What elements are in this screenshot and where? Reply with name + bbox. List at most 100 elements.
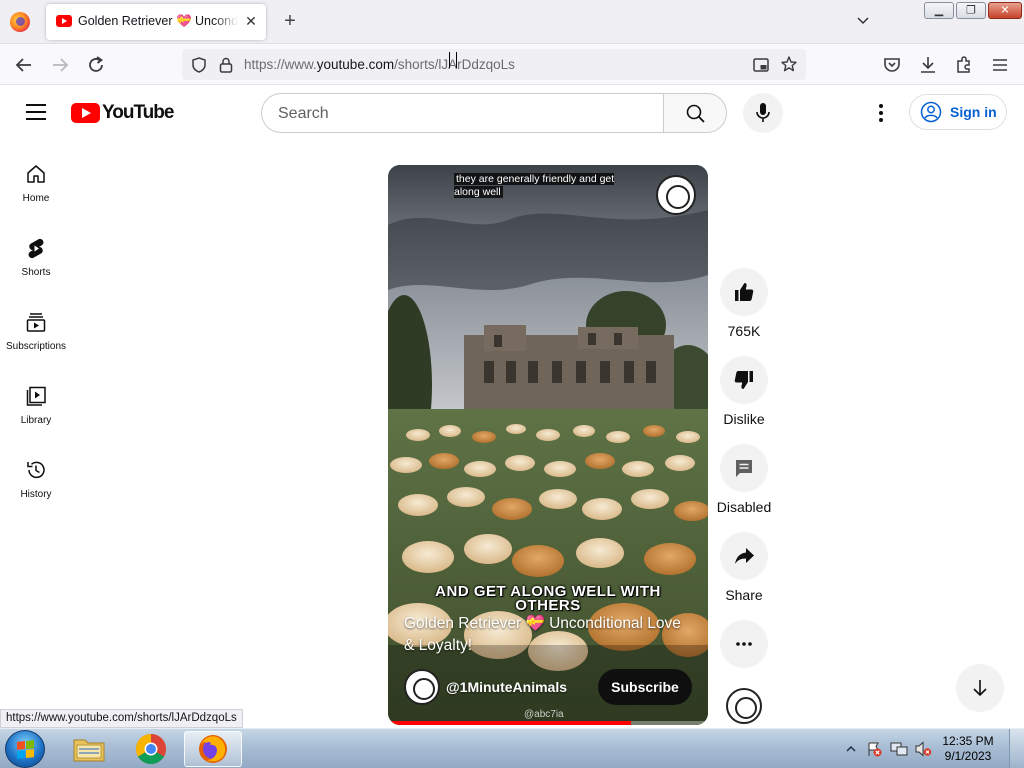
sign-in-button[interactable]: Sign in [909,94,1007,130]
tracking-protection-shield-icon[interactable] [190,56,208,74]
lock-icon[interactable] [218,56,234,74]
guide-item-history[interactable]: History [0,437,72,511]
extensions-icon[interactable] [953,54,975,76]
search-placeholder: Search [278,105,329,122]
settings-more-button[interactable] [870,101,892,125]
search-icon [686,104,705,123]
network-icon[interactable] [890,741,908,757]
youtube-header: YouTube Search Sign in [0,85,1024,141]
reload-icon[interactable] [85,54,107,76]
action-center-flag-icon[interactable] [866,741,882,757]
channel-avatar[interactable] [404,669,440,705]
search-input[interactable]: Search [261,93,664,133]
firefox-icon [199,735,227,763]
guide-item-library[interactable]: Library [0,363,72,437]
close-window-button[interactable]: ✕ [988,2,1022,19]
guide-menu-button[interactable] [26,104,46,120]
taskbar-clock[interactable]: 12:35 PM 9/1/2023 [936,734,1000,764]
more-actions-button[interactable] [720,620,768,668]
new-tab-button[interactable]: + [280,11,300,31]
guide-label: Home [22,193,50,204]
back-arrow-icon[interactable] [13,54,35,76]
guide-label: Shorts [21,267,51,278]
restore-button[interactable]: ❐ [956,2,986,19]
url-text[interactable]: https://www.youtube.com/shorts/lJArDdzqo… [244,57,515,72]
chrome-icon [135,734,167,765]
short-title[interactable]: Golden Retriever 💝 Unconditional Love & … [404,613,694,657]
window-controls: ▁ ❐ ✕ [924,2,1022,20]
voice-search-button[interactable] [743,93,783,133]
volume-muted-icon[interactable] [914,741,932,757]
share-icon [735,548,754,564]
guide-item-shorts[interactable]: Shorts [0,215,72,289]
shorts-icon [28,238,44,259]
thumbs-up-icon [735,283,754,301]
like-count: 765K [727,323,761,339]
browser-tab-active[interactable]: Golden Retriever 💝 Unconditional Love & … [46,4,266,40]
share-button[interactable] [720,532,768,580]
dislike-label: Dislike [723,411,765,427]
guide-item-subscriptions[interactable]: Subscriptions [0,289,72,363]
bookmark-star-icon[interactable] [780,55,798,73]
shorts-video-player[interactable]: they are generally friendly and get alon… [388,165,708,725]
start-button[interactable] [5,730,45,768]
list-all-tabs-icon[interactable] [856,14,870,28]
youtube-logo-icon [71,103,100,123]
progress-bar[interactable] [388,721,708,725]
youtube-favicon-icon [56,15,72,27]
taskbar-file-explorer[interactable] [60,731,118,767]
windows-logo-icon [17,740,34,759]
subscriptions-icon [26,313,46,332]
minimize-button[interactable]: ▁ [924,2,954,19]
guide-label: History [20,489,52,500]
screen: Golden Retriever 💝 Unconditional Love & … [0,0,1024,768]
clock-date: 9/1/2023 [944,749,992,763]
history-icon [27,461,45,479]
comments-label: Disabled [716,499,772,515]
app-menu-icon[interactable] [989,54,1011,76]
microphone-icon [756,103,770,122]
file-explorer-icon [73,739,105,762]
url-bar[interactable]: https://www.youtube.com/shorts/lJArDdzqo… [182,49,806,80]
comments-button[interactable] [720,444,768,492]
channel-name[interactable]: @1MinuteAnimals [446,679,567,695]
progress-fill [388,721,632,725]
sign-in-label: Sign in [950,104,997,120]
like-button[interactable] [720,268,768,316]
account-icon [920,101,942,123]
more-icon [736,642,752,646]
text-cursor [449,52,457,68]
home-icon [27,165,45,183]
sound-channel-avatar[interactable] [726,688,762,724]
taskbar-chrome[interactable] [122,731,180,767]
downloads-icon[interactable] [917,54,939,76]
thumbs-down-icon [734,371,753,389]
video-overlay-caption: AND GET ALONG WELL WITH OTHERS [435,583,661,614]
tab-title: Golden Retriever 💝 Unconditional Love & … [78,14,238,28]
browser-tab-bar: Golden Retriever 💝 Unconditional Love & … [0,0,1024,44]
subscribe-button[interactable]: Subscribe [598,669,692,705]
firefox-view-icon[interactable] [10,12,30,32]
video-watermark: @abc7ia [524,709,564,720]
system-tray: 12:35 PM 9/1/2023 [840,729,1024,768]
picture-in-picture-icon[interactable] [752,56,770,74]
tab-close-button[interactable]: ✕ [243,13,259,29]
browser-nav-bar: https://www.youtube.com/shorts/lJArDdzqo… [0,44,1024,85]
guide-item-home[interactable]: Home [0,141,72,215]
guide-label: Library [20,415,52,426]
next-video-button[interactable] [956,664,1004,712]
youtube-logo-text: YouTube [102,102,174,123]
channel-watermark-logo [656,175,696,215]
pocket-icon[interactable] [881,54,903,76]
show-hidden-icons-icon[interactable] [846,744,856,754]
taskbar-firefox[interactable] [184,731,242,767]
url-host: youtube.com [316,57,395,72]
dislike-button[interactable] [720,356,768,404]
share-label: Share [725,587,763,603]
clock-time: 12:35 PM [942,734,994,748]
youtube-logo[interactable]: YouTube [71,102,174,123]
search-button[interactable] [663,93,727,133]
forward-arrow-icon[interactable] [49,54,71,76]
windows-taskbar: 12:35 PM 9/1/2023 [0,728,1024,768]
show-desktop-button[interactable] [1009,729,1024,768]
